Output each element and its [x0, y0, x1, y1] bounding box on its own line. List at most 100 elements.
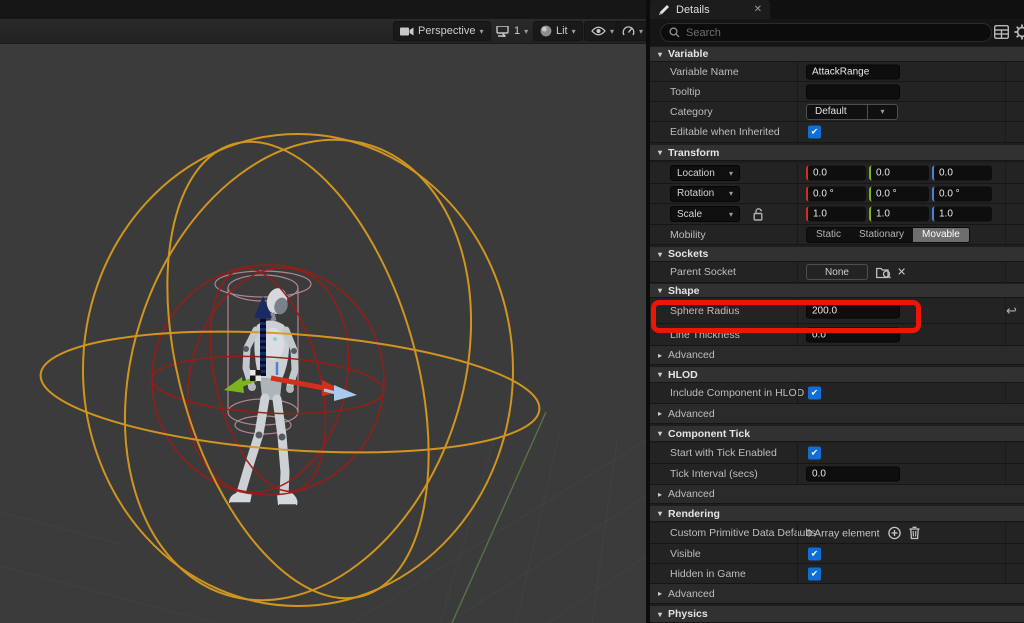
- location-x-field[interactable]: 0.0: [806, 166, 866, 181]
- include-hlod-checkbox[interactable]: ✔: [808, 387, 821, 400]
- category-value[interactable]: Default: [806, 104, 868, 120]
- camera-count-label: 1: [514, 25, 520, 37]
- shape-advanced-expander[interactable]: ▸ Advanced: [650, 346, 1024, 365]
- section-header-component-tick[interactable]: ▾ Component Tick: [650, 426, 1024, 442]
- visible-checkbox[interactable]: ✔: [808, 547, 821, 560]
- expand-arrow-icon: ▸: [658, 490, 662, 499]
- view-mode-dropdown[interactable]: Lit ▾: [533, 21, 583, 41]
- category-dropdown-button[interactable]: ▾: [868, 104, 898, 120]
- chevron-down-icon: ▾: [729, 169, 733, 178]
- chevron-down-icon: ▾: [729, 210, 733, 219]
- row-tooltip: Tooltip: [650, 82, 1024, 102]
- section-header-shape[interactable]: ▾ Shape: [650, 284, 1024, 298]
- lit-sphere-icon: [540, 25, 552, 37]
- start-tick-checkbox[interactable]: ✔: [808, 447, 821, 460]
- socket-clear-icon[interactable]: ✕: [897, 266, 906, 279]
- search-input[interactable]: [686, 27, 966, 39]
- location-z-field[interactable]: 0.0: [932, 166, 992, 181]
- viewport-3d[interactable]: [0, 44, 646, 623]
- expand-arrow-icon: ▸: [658, 351, 662, 360]
- variable-name-input[interactable]: [806, 64, 900, 79]
- line-thickness-input[interactable]: [806, 327, 900, 342]
- rotation-z-field[interactable]: 0.0 °: [932, 186, 992, 201]
- tab-details[interactable]: Details ✕: [650, 0, 770, 19]
- gear-icon[interactable]: [1014, 24, 1024, 40]
- search-icon: [669, 27, 680, 38]
- rotation-dropdown[interactable]: Rotation ▾: [670, 186, 740, 202]
- location-dropdown[interactable]: Location ▾: [670, 165, 740, 181]
- scale-y-field[interactable]: 1.0: [869, 207, 929, 222]
- hlod-advanced-expander[interactable]: ▸ Advanced: [650, 404, 1024, 424]
- display-manager-icon[interactable]: [994, 25, 1009, 39]
- section-header-rendering[interactable]: ▾ Rendering: [650, 506, 1024, 522]
- add-element-icon[interactable]: [888, 527, 901, 540]
- row-variable-name: Variable Name: [650, 62, 1024, 82]
- search-box[interactable]: [660, 23, 992, 42]
- collapse-arrow-icon: ▾: [658, 509, 662, 518]
- socket-browse-icon[interactable]: [876, 266, 891, 279]
- section-title: Sockets: [668, 248, 708, 260]
- screen-percentage-icon: [496, 26, 510, 37]
- mobility-movable-button[interactable]: Movable: [913, 228, 969, 242]
- section-header-variable[interactable]: ▾ Variable: [650, 47, 1024, 62]
- collapse-arrow-icon: ▾: [658, 370, 662, 379]
- details-rows: ▾ Variable Variable Name Tooltip Categor…: [650, 46, 1024, 623]
- section-header-physics[interactable]: ▾ Physics: [650, 606, 1024, 623]
- property-label: Mobility: [670, 229, 706, 241]
- row-visible: Visible ✔: [650, 544, 1024, 564]
- trash-icon[interactable]: [909, 527, 920, 540]
- tooltip-input[interactable]: [806, 84, 900, 99]
- scale-dropdown[interactable]: Scale ▾: [670, 206, 740, 222]
- unlocked-lock-icon[interactable]: [753, 208, 764, 221]
- gauge-icon: [622, 25, 635, 38]
- rotation-x-field[interactable]: 0.0 °: [806, 186, 866, 201]
- tick-interval-input[interactable]: [806, 467, 900, 482]
- row-tick-interval: Tick Interval (secs): [650, 464, 1024, 485]
- row-hidden-in-game: Hidden in Game ✔: [650, 564, 1024, 584]
- gizmo-y-arrow[interactable]: [224, 377, 244, 393]
- sphere-radius-input[interactable]: [806, 303, 900, 318]
- camera-speed-dropdown[interactable]: 1 ▾: [489, 21, 535, 41]
- chevron-down-icon: ▾: [572, 27, 576, 36]
- location-y-field[interactable]: 0.0: [869, 166, 929, 181]
- scale-x-field[interactable]: 1.0: [806, 207, 866, 222]
- section-title: Transform: [668, 147, 719, 159]
- chevron-down-icon: ▾: [639, 27, 643, 36]
- details-panel: ▾ Variable Variable Name Tooltip Categor…: [650, 19, 1024, 623]
- row-parent-socket: Parent Socket None ✕: [650, 262, 1024, 283]
- perspective-dropdown[interactable]: Perspective ▾: [393, 21, 491, 41]
- reset-to-default-icon[interactable]: ↩: [1006, 303, 1017, 319]
- section-header-sockets[interactable]: ▾ Sockets: [650, 247, 1024, 262]
- close-tab-icon[interactable]: ✕: [754, 4, 762, 15]
- row-custom-primitive-data: Custom Primitive Data Defaults 0 Array e…: [650, 523, 1024, 544]
- mobility-stationary-button[interactable]: Stationary: [850, 228, 913, 242]
- collapse-arrow-icon: ▾: [658, 610, 662, 619]
- section-header-transform[interactable]: ▾ Transform: [650, 145, 1024, 161]
- row-include-hlod: Include Component in HLOD ✔: [650, 383, 1024, 404]
- property-label: Sphere Radius: [670, 305, 739, 317]
- view-mode-label: Lit: [556, 25, 568, 37]
- gizmo-checker-handle[interactable]: [250, 370, 261, 381]
- row-mobility: Mobility Static Stationary Movable: [650, 225, 1024, 245]
- property-label: Parent Socket: [670, 266, 736, 278]
- property-label: Tick Interval (secs): [670, 468, 758, 480]
- rotation-y-field[interactable]: 0.0 °: [869, 186, 929, 201]
- expand-arrow-icon: ▸: [658, 589, 662, 598]
- section-title: Rendering: [668, 508, 720, 520]
- property-label: Variable Name: [670, 66, 739, 78]
- hidden-in-game-checkbox[interactable]: ✔: [808, 567, 821, 580]
- parent-socket-value[interactable]: None: [806, 264, 868, 280]
- tick-advanced-expander[interactable]: ▸ Advanced: [650, 485, 1024, 504]
- scale-z-field[interactable]: 1.0: [932, 207, 992, 222]
- mobility-static-button[interactable]: Static: [807, 228, 850, 242]
- row-sphere-radius: Sphere Radius ↩: [650, 298, 1024, 324]
- rendering-advanced-expander[interactable]: ▸ Advanced: [650, 584, 1024, 604]
- array-element-count: 0 Array element: [806, 527, 880, 539]
- section-header-hlod[interactable]: ▾ HLOD: [650, 367, 1024, 383]
- section-title: HLOD: [668, 369, 698, 381]
- editable-inherited-checkbox[interactable]: ✔: [808, 126, 821, 139]
- details-tab-label: Details: [676, 4, 710, 16]
- chevron-down-icon: ▾: [479, 27, 483, 36]
- viewport-options-dropdown[interactable]: ▾: [615, 21, 650, 41]
- row-category: Category Default ▾: [650, 102, 1024, 122]
